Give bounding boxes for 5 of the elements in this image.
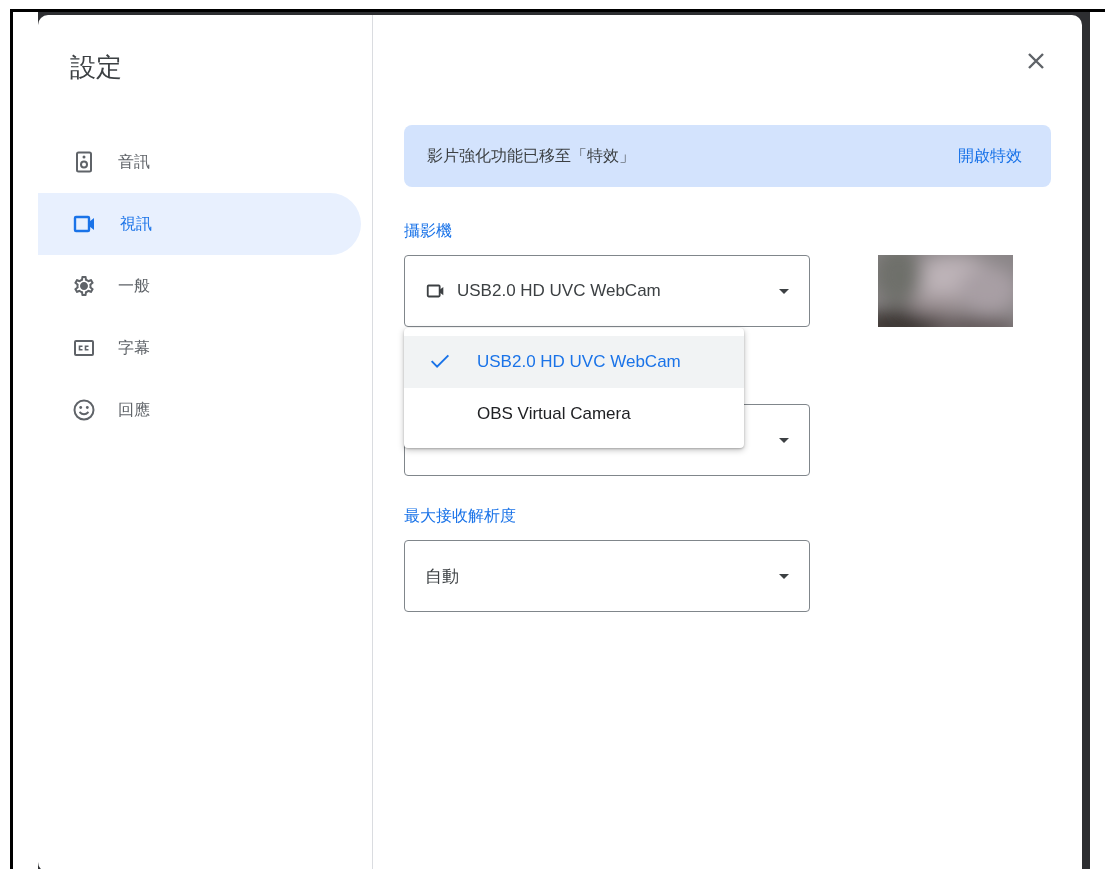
field-label: 最大接收解析度 [404,506,516,526]
select-value: 自動 [425,565,460,588]
field-label: 攝影機 [404,221,452,241]
banner-text: 影片強化功能已移至「特效」 [427,145,635,166]
dialog-title: 設定 [70,51,122,83]
